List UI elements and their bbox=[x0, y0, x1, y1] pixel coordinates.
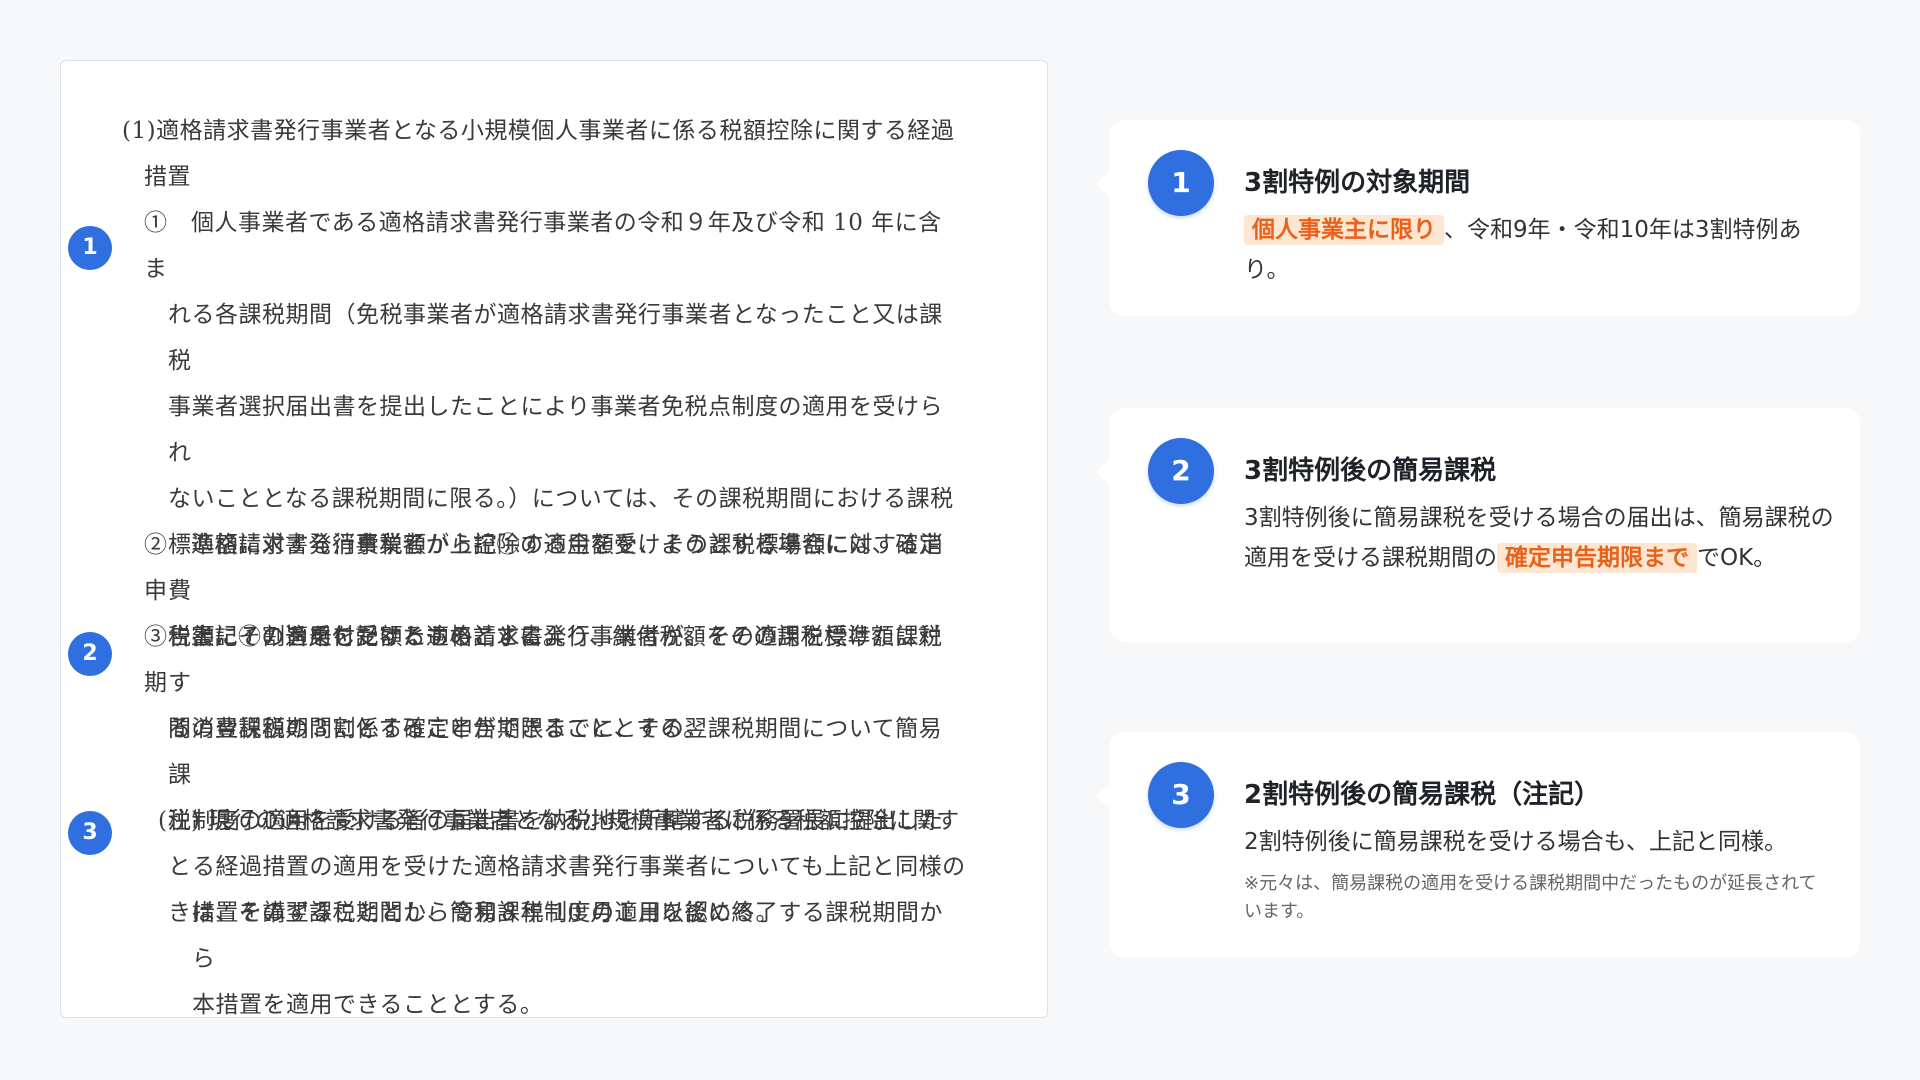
document-heading-line: 措置 bbox=[144, 164, 191, 190]
document-item-line: 事業者選択届出書を提出したことにより事業者免税点制度の適用を受けられ bbox=[168, 394, 944, 466]
document-heading: (1)適格請求書発行事業者となる小規模個人事業者に係る税額控除に関する経過 措置 bbox=[122, 108, 962, 200]
highlight-text: 確定申告期限まで bbox=[1497, 543, 1697, 573]
number-badge-3: 3 bbox=[68, 811, 112, 855]
document-item-lead: ① 個人事業者である適格請求書発行事業者の令和９年及び令和 10 年に含ま bbox=[144, 210, 942, 282]
number-badge-2: 2 bbox=[68, 632, 112, 676]
card-title: 3割特例後の簡易課税 bbox=[1244, 456, 1497, 486]
card-body-text: でOK。 bbox=[1697, 545, 1777, 571]
card-body: 3割特例後に簡易課税を受ける場合の届出は、簡易課税の適用を受ける課税期間の 確定申… bbox=[1244, 498, 1834, 578]
document-note: (注) 現行の適格請求書発行事業者となる小規模事業者に係る税額控除に関す る経過… bbox=[158, 798, 966, 1028]
explanation-card-2: 2 3割特例後の簡易課税 3割特例後に簡易課税を受ける場合の届出は、簡易課税の適… bbox=[1096, 408, 1860, 642]
card-body-text: 2割特例後に簡易課税を受ける場合も、上記と同様。 bbox=[1244, 829, 1787, 855]
document-item-lead: ③ 上記①の適用を受けた適格請求書発行事業者が、その適用を受けた課税期 bbox=[144, 624, 943, 696]
card-number-badge: 2 bbox=[1148, 438, 1214, 504]
card-number-badge: 1 bbox=[1148, 150, 1214, 216]
document-note-line: 措置を講ずることとし、令和８年 10 月１日以後に終了する課税期間から bbox=[192, 900, 943, 972]
document-note-line: 本措置を適用できることとする。 bbox=[192, 992, 544, 1018]
number-badge-1: 1 bbox=[68, 226, 112, 270]
document-item-line: 間の翌課税期間に係る確定申告期限までに、その翌課税期間について簡易課 bbox=[168, 716, 943, 788]
card-body: 個人事業主に限り 、令和9年・令和10年は3割特例あり。 bbox=[1244, 210, 1834, 290]
document-note-line: る経過措置の適用を受けた適格請求書発行事業者についても上記と同様の bbox=[192, 854, 966, 880]
explanation-card-1: 1 3割特例の対象期間 個人事業主に限り 、令和9年・令和10年は3割特例あり。 bbox=[1096, 120, 1860, 316]
card-title: 2割特例後の簡易課税（注記） bbox=[1244, 780, 1601, 810]
explanation-card-3: 3 2割特例後の簡易課税（注記） 2割特例後に簡易課税を受ける場合も、上記と同様… bbox=[1096, 732, 1860, 958]
card-body: 2割特例後に簡易課税を受ける場合も、上記と同様。 ※元々は、簡易課税の適用を受け… bbox=[1244, 822, 1834, 926]
card-footnote: ※元々は、簡易課税の適用を受ける課税期間中だったものが延長されています。 bbox=[1244, 873, 1817, 922]
card-title: 3割特例の対象期間 bbox=[1244, 168, 1471, 198]
document-item-line: れる各課税期間（免税事業者が適格請求書発行事業者となったこと又は課税 bbox=[168, 302, 943, 374]
document-note-lead: (注) 現行の適格請求書発行事業者となる小規模事業者に係る税額控除に関す bbox=[158, 808, 960, 834]
highlight-text: 個人事業主に限り bbox=[1244, 215, 1444, 245]
card-number-badge: 3 bbox=[1148, 762, 1214, 828]
document-item-lead: ② 適格請求書発行事業者が上記①の適用を受けようとする場合には、確定申 bbox=[144, 532, 943, 604]
document-item-line: ないこととなる課税期間に限る。）については、その課税期間における課税 bbox=[168, 486, 954, 512]
document-heading-line: (1)適格請求書発行事業者となる小規模個人事業者に係る税額控除に関する経過 bbox=[122, 118, 955, 144]
